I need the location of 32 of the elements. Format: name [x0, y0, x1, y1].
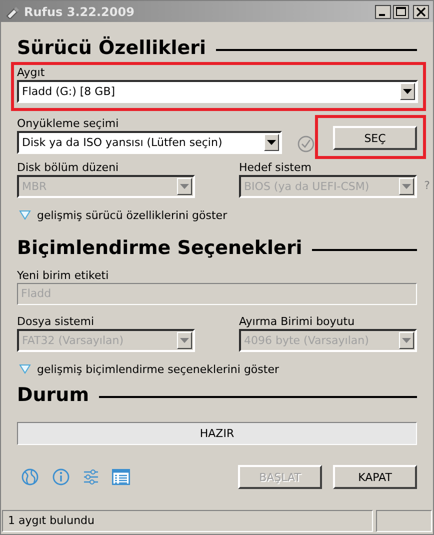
caret-icon[interactable]	[403, 89, 412, 94]
section-heading: Durum	[17, 384, 89, 406]
field-label: Onyükleme seçimi	[17, 116, 120, 131]
settings-sliders-icon[interactable]	[83, 469, 99, 485]
check-icon[interactable]	[297, 135, 315, 153]
section-heading: Biçimlendirme Seçenekleri	[17, 237, 302, 259]
log-list-icon[interactable]	[112, 469, 130, 485]
close-button[interactable]: KAPAT	[333, 465, 417, 489]
select-button[interactable]: SEÇ	[333, 126, 417, 150]
help-link[interactable]: ?	[424, 179, 430, 192]
caret-icon[interactable]	[267, 140, 276, 145]
usb-drive-icon[interactable]	[5, 4, 19, 18]
triangle-icon[interactable]	[19, 210, 31, 220]
field-label: Ayırma Birimi boyutu	[239, 314, 356, 329]
globe-icon[interactable]	[21, 468, 39, 486]
device-dropdown[interactable]: Fladd (G:) [8 GB]	[17, 80, 418, 103]
field-label: Yeni birim etiketi	[17, 268, 110, 283]
section-heading: Sürücü Özellikleri	[17, 37, 206, 59]
boot-selection-dropdown[interactable]: Disk ya da ISO yansısı (Lütfen seçin)	[17, 131, 282, 154]
maximize-button[interactable]	[393, 4, 409, 18]
field-label: Disk bölüm düzeni	[17, 160, 120, 175]
window-title: Rufus 3.22.2009	[24, 4, 136, 18]
field-label: Hedef sistem	[239, 160, 312, 175]
status-text: 1 aygıt bulundu	[2, 510, 373, 532]
triangle-icon[interactable]	[19, 364, 31, 374]
toggle-link[interactable]: gelişmiş sürücü özelliklerini göster	[37, 208, 228, 222]
minimize-button[interactable]	[375, 4, 391, 18]
info-icon[interactable]	[52, 468, 70, 486]
field-label: Aygıt	[17, 65, 46, 80]
toggle-link[interactable]: gelişmiş biçimlendirme seçeneklerini göster	[37, 362, 279, 376]
close-button[interactable]	[413, 4, 429, 18]
field-label: Dosya sistemi	[17, 314, 96, 329]
